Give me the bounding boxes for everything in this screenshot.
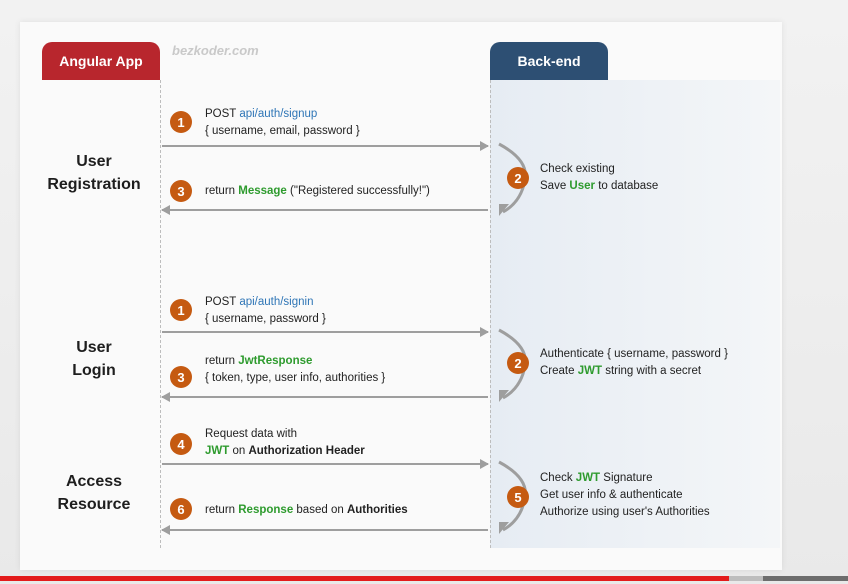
watermark: bezkoder.com [172, 43, 259, 58]
step-badge-acc5: 5 [507, 486, 529, 508]
angular-lifeline [160, 80, 161, 548]
video-progress-bar[interactable] [0, 576, 848, 581]
message-check-jwt: Check JWT Signature Get user info & auth… [540, 470, 710, 521]
signature-text: Signature [600, 472, 653, 484]
arrow-signup-response [161, 205, 488, 215]
backend-label: Back-end [517, 53, 581, 69]
video-buffered-bar [729, 576, 764, 581]
step-badge-reg2: 2 [507, 167, 529, 189]
section-registration-line1: User [76, 153, 112, 170]
authorization-header-text: Authorization Header [248, 445, 365, 457]
angular-app-tab: Angular App [42, 42, 160, 80]
secret-text: string with a secret [602, 365, 702, 377]
arrow-signup-request [162, 141, 489, 151]
get-user-info-text: Get user info & authenticate [540, 489, 683, 501]
angular-app-label: Angular App [59, 53, 143, 69]
request-data-text: Request data with [205, 428, 298, 440]
save-text: Save [540, 180, 570, 192]
return-jwt-text: return [205, 355, 239, 367]
signin-url: api/auth/signin [239, 296, 314, 308]
step-badge-reg1: 1 [170, 111, 192, 133]
section-registration: User Registration [34, 150, 154, 196]
step-badge-log1: 1 [170, 299, 192, 321]
arrow-signin-request [162, 327, 489, 337]
step-badge-acc4: 4 [170, 433, 192, 455]
section-login-line1: User [76, 339, 112, 356]
on-text: on [229, 445, 249, 457]
message-registered: return Message ("Registered successfully… [205, 183, 430, 200]
backend-lifeline [490, 80, 491, 548]
response-entity: Response [238, 504, 294, 516]
section-access: Access Resource [34, 470, 154, 516]
to-database-text: to database [595, 180, 659, 192]
return-response-text: return [205, 504, 239, 516]
arrow-resource-request [162, 459, 489, 469]
signup-body: { username, email, password } [205, 125, 360, 137]
signup-method: POST [205, 108, 240, 120]
create-text: Create [540, 365, 578, 377]
jwt-entity: JWT [577, 365, 602, 377]
authorize-text: Authorize using user's Authorities [540, 506, 710, 518]
check-existing-text: Check existing [540, 163, 615, 175]
jwt-signature-entity: JWT [575, 472, 601, 484]
section-login-line2: Login [72, 362, 116, 379]
return-text: return [205, 185, 239, 197]
jwt-header-entity: JWT [205, 445, 230, 457]
jwt-response-body: { token, type, user info, authorities } [205, 372, 386, 384]
section-login: User Login [34, 336, 154, 382]
signup-url: api/auth/signup [239, 108, 318, 120]
authorities-text: Authorities [346, 504, 408, 516]
signin-method: POST [205, 296, 240, 308]
step-badge-log2: 2 [507, 352, 529, 374]
message-signin: POST api/auth/signin { username, passwor… [205, 294, 326, 328]
section-access-line2: Resource [57, 496, 131, 513]
based-on-text: based on [293, 504, 347, 516]
message-response: return Response based on Authorities [205, 502, 408, 519]
step-badge-acc6: 6 [170, 498, 192, 520]
user-entity: User [569, 180, 595, 192]
message-signup: POST api/auth/signup { username, email, … [205, 106, 360, 140]
check-text: Check [540, 472, 576, 484]
message-jwt-response: return JwtResponse { token, type, user i… [205, 353, 385, 387]
video-played-bar [0, 576, 730, 581]
message-request-data: Request data with JWT on Authorization H… [205, 426, 365, 460]
registered-text: ("Registered successfully!") [286, 185, 430, 197]
step-badge-reg3: 3 [170, 180, 192, 202]
authenticate-text: Authenticate { username, password } [540, 348, 728, 360]
message-check-existing: Check existing Save User to database [540, 161, 658, 195]
arrow-resource-response [161, 525, 488, 535]
section-registration-line2: Registration [47, 176, 141, 193]
jwtresponse-entity: JwtResponse [238, 355, 313, 367]
signin-body: { username, password } [205, 313, 326, 325]
video-frame: Angular App Back-end bezkoder.com User R… [0, 0, 848, 584]
step-badge-log3: 3 [170, 366, 192, 388]
backend-tab: Back-end [490, 42, 608, 80]
message-authenticate: Authenticate { username, password } Crea… [540, 346, 728, 380]
section-access-line1: Access [65, 473, 123, 490]
message-entity: Message [238, 185, 287, 197]
arrow-signin-response [161, 392, 488, 402]
